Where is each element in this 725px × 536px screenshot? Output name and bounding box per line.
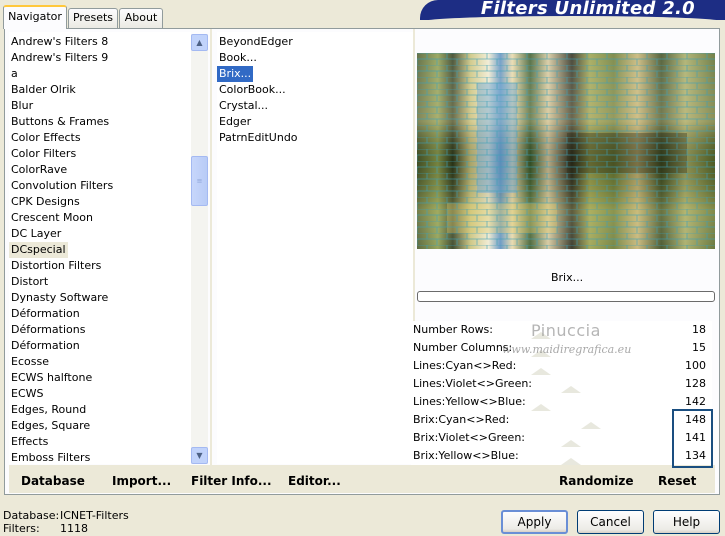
category-item[interactable]: a xyxy=(9,66,20,82)
category-item[interactable]: Dynasty Software xyxy=(9,290,110,306)
preview-image xyxy=(417,53,715,249)
highlight-box xyxy=(672,409,713,468)
category-item[interactable]: Edges, Square xyxy=(9,418,92,434)
divider xyxy=(210,29,212,465)
param-value[interactable]: 100 xyxy=(666,357,706,375)
param-label: Number Columns: xyxy=(413,341,513,354)
param-label: Lines:Violet<>Green: xyxy=(413,377,533,390)
category-item[interactable]: Andrew's Filters 8 xyxy=(9,34,110,50)
param-value[interactable]: 128 xyxy=(666,375,706,393)
category-item[interactable]: Crescent Moon xyxy=(9,210,95,226)
app-banner: Filters Unlimited 2.0 xyxy=(420,0,725,20)
category-scrollbar[interactable]: ▲ ≡ ▼ xyxy=(191,34,208,464)
category-item[interactable]: DC Layer xyxy=(9,226,63,242)
param-slider[interactable] xyxy=(531,368,551,375)
category-item[interactable]: Distortion Filters xyxy=(9,258,103,274)
watermark-name: Pinuccia xyxy=(531,321,601,340)
category-list[interactable]: Andrew's Filters 8 Andrew's Filters 9 a Bal… xyxy=(9,32,191,464)
param-label: Lines:Cyan<>Red: xyxy=(413,359,517,372)
param-label: Brix:Yellow<>Blue: xyxy=(413,449,519,462)
category-item[interactable]: Edges, Round xyxy=(9,402,88,418)
category-item[interactable]: Déformation xyxy=(9,306,82,322)
app-title: Filters Unlimited 2.0 xyxy=(480,0,695,19)
editor-button[interactable]: Editor... xyxy=(288,474,341,488)
category-item[interactable]: Balder Olrik xyxy=(9,82,78,98)
database-button[interactable]: Database xyxy=(21,474,85,488)
param-row[interactable]: Lines:Violet<>Green: 128 xyxy=(411,375,712,393)
category-item[interactable]: Distort xyxy=(9,274,50,290)
param-row[interactable]: Lines:Cyan<>Red: 100 xyxy=(411,357,712,375)
category-item[interactable]: Ecosse xyxy=(9,354,51,370)
category-item[interactable]: Effects xyxy=(9,434,50,450)
filter-item[interactable]: Book... xyxy=(217,50,259,66)
param-row[interactable]: Brix:Yellow<>Blue: 134 xyxy=(411,447,712,465)
param-row[interactable]: Lines:Yellow<>Blue: 142 xyxy=(411,393,712,411)
help-button[interactable]: Help xyxy=(653,510,720,534)
filter-item[interactable]: Brix... xyxy=(217,66,254,82)
param-row[interactable]: Brix:Cyan<>Red: 148 xyxy=(411,411,712,429)
category-item[interactable]: Déformation xyxy=(9,338,82,354)
category-item[interactable]: Convolution Filters xyxy=(9,178,115,194)
param-slider[interactable] xyxy=(581,422,601,429)
tab-presets[interactable]: Presets xyxy=(68,8,118,28)
category-item[interactable]: ECWS halftone xyxy=(9,370,94,386)
param-slider[interactable] xyxy=(561,386,581,393)
progress-bar xyxy=(417,291,715,302)
status-database-label: Database: xyxy=(3,509,60,522)
status-filters-label: Filters: xyxy=(3,522,40,535)
apply-button[interactable]: Apply xyxy=(501,510,568,534)
tab-navigator[interactable]: Navigator xyxy=(3,5,67,29)
param-label: Brix:Cyan<>Red: xyxy=(413,413,510,426)
reset-button[interactable]: Reset xyxy=(658,474,696,488)
filter-item[interactable]: Crystal... xyxy=(217,98,270,114)
param-slider[interactable] xyxy=(531,404,551,411)
chevron-down-icon[interactable]: ▼ xyxy=(191,447,208,464)
filter-item[interactable]: ColorBook... xyxy=(217,82,288,98)
filter-item[interactable]: PatrnEditUndo xyxy=(217,130,300,146)
param-value[interactable]: 18 xyxy=(666,321,706,339)
filter-info-button[interactable]: Filter Info... xyxy=(191,474,272,488)
param-label: Number Rows: xyxy=(413,323,493,336)
category-item[interactable]: Color Filters xyxy=(9,146,78,162)
filter-item[interactable]: Edger xyxy=(217,114,253,130)
status-database-value: ICNET-Filters xyxy=(60,509,129,522)
category-item[interactable]: Color Effects xyxy=(9,130,83,146)
category-item[interactable]: ECWS xyxy=(9,386,46,402)
param-slider[interactable] xyxy=(561,458,581,465)
category-item[interactable]: Déformations xyxy=(9,322,87,338)
filter-item[interactable]: BeyondEdger xyxy=(217,34,295,50)
randomize-button[interactable]: Randomize xyxy=(559,474,633,488)
grip-icon: ≡ xyxy=(196,177,203,185)
tab-about[interactable]: About xyxy=(119,8,163,28)
param-value[interactable]: 15 xyxy=(666,339,706,357)
cancel-button[interactable]: Cancel xyxy=(577,510,644,534)
preview-canvas xyxy=(417,53,715,249)
filter-list[interactable]: BeyondEdger Book... Brix... ColorBook... Cry… xyxy=(217,32,415,464)
category-item[interactable]: Buttons & Frames xyxy=(9,114,111,130)
param-row[interactable]: Brix:Violet<>Green: 141 xyxy=(411,429,712,447)
current-filter-title: Brix... xyxy=(550,271,584,284)
chevron-up-icon[interactable]: ▲ xyxy=(191,34,208,51)
category-item[interactable]: Andrew's Filters 9 xyxy=(9,50,110,66)
param-label: Brix:Violet<>Green: xyxy=(413,431,525,444)
status-filters-value: 1118 xyxy=(60,522,88,535)
category-item[interactable]: ColorRave xyxy=(9,162,69,178)
category-item[interactable]: DCspecial xyxy=(9,242,68,258)
param-slider[interactable] xyxy=(561,440,581,447)
category-item[interactable]: Emboss Filters xyxy=(9,450,92,464)
import-button[interactable]: Import... xyxy=(112,474,171,488)
watermark-url: www.maidiregrafica.eu xyxy=(502,343,632,356)
category-item[interactable]: Blur xyxy=(9,98,35,114)
param-label: Lines:Yellow<>Blue: xyxy=(413,395,526,408)
scroll-thumb[interactable]: ≡ xyxy=(191,156,208,206)
category-item[interactable]: CPK Designs xyxy=(9,194,82,210)
